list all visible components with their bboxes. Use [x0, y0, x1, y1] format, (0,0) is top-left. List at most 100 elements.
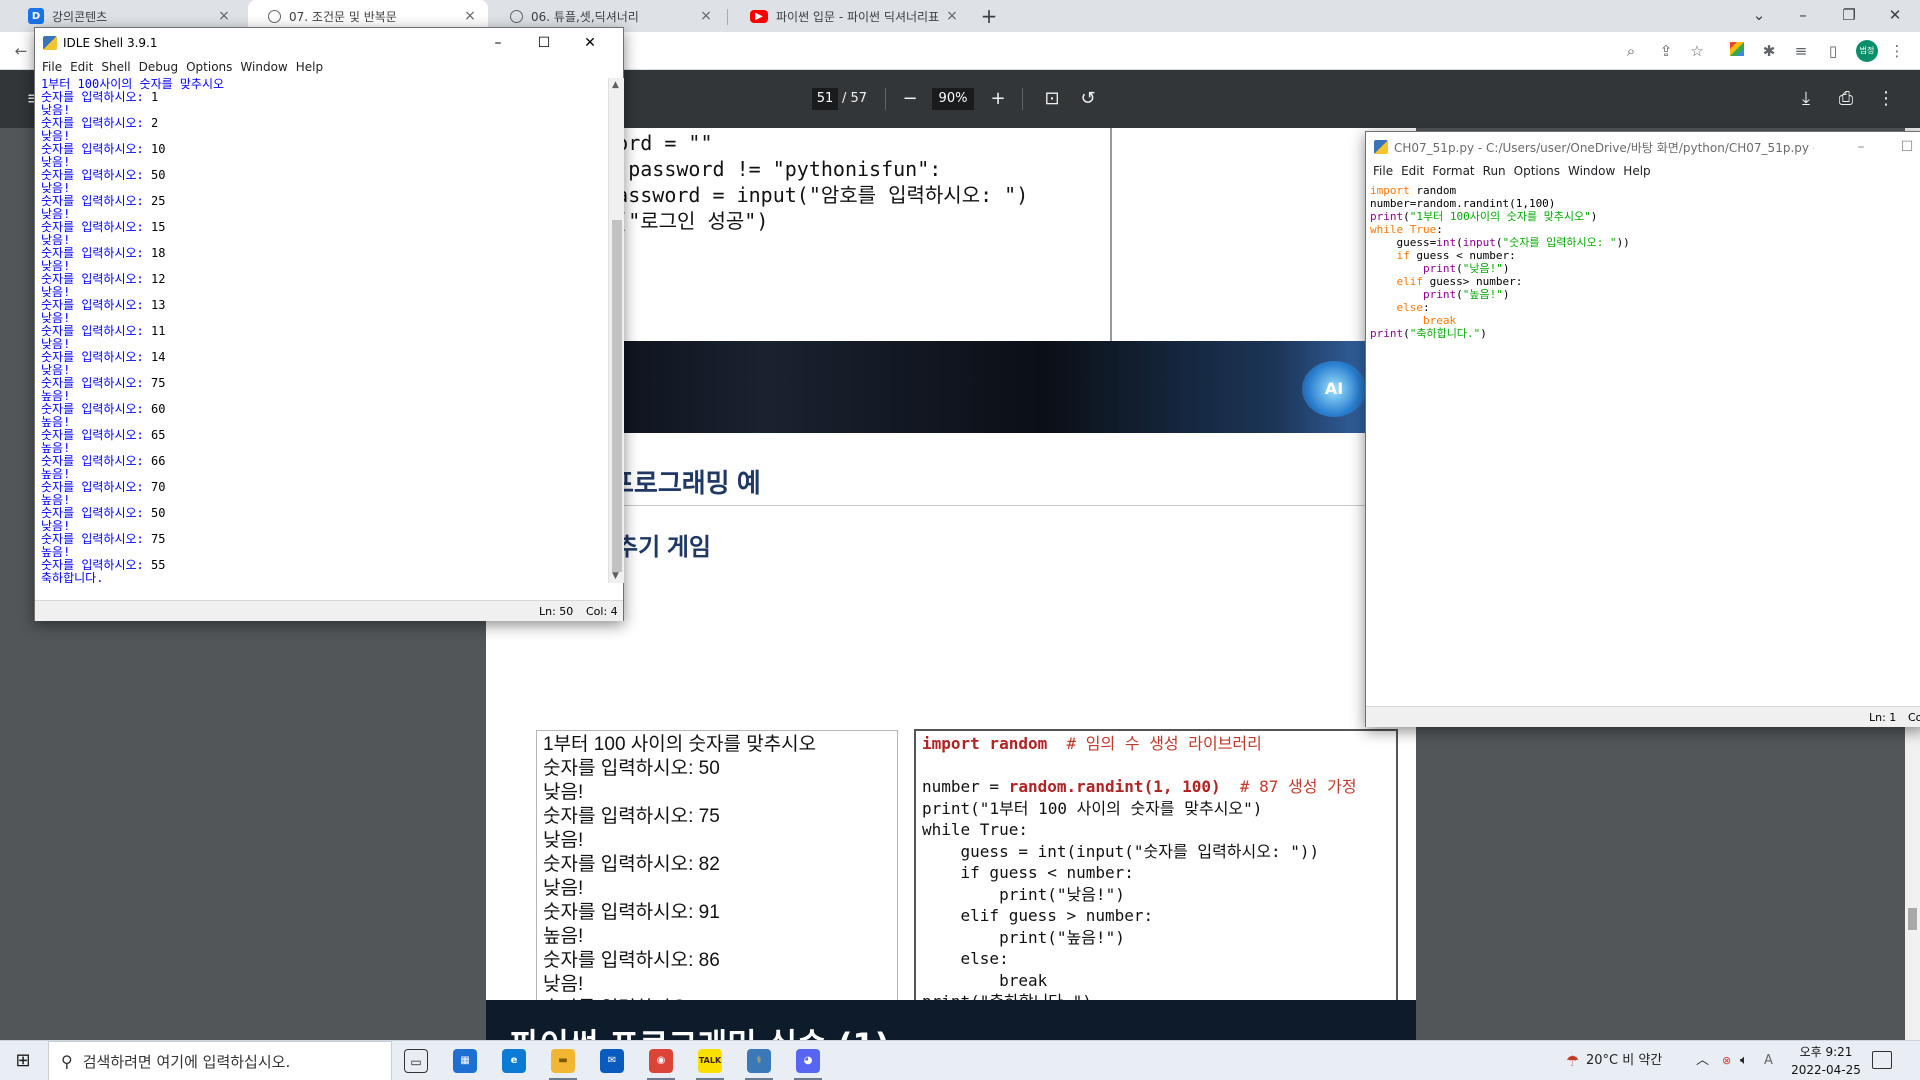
side-panel-icon[interactable]: ▯ — [1822, 40, 1844, 62]
menu-window[interactable]: Window — [1566, 162, 1621, 182]
taskbar-app-python-idle[interactable]: ⚕ — [739, 1045, 779, 1080]
pdf-page-number-input[interactable]: 51 — [812, 88, 838, 110]
pdf-more-icon[interactable]: ⋮ — [1874, 87, 1898, 111]
minimize-icon[interactable]: – — [1780, 0, 1826, 32]
maximize-icon[interactable]: ☐ — [1884, 132, 1920, 162]
menu-options[interactable]: Options — [184, 58, 238, 78]
profile-avatar[interactable]: 범정 — [1856, 40, 1878, 62]
code-token: print("낮음!") — [922, 884, 1125, 904]
window-titlebar[interactable]: CH07_51p.py - C:/Users/user/OneDrive/바탕 … — [1366, 132, 1920, 162]
prompt-text: 숫자를 입력하시오: — [41, 272, 151, 286]
back-arrow-icon[interactable]: ← — [10, 40, 32, 62]
show-hidden-icons-icon[interactable]: ︿ — [1696, 1041, 1709, 1080]
shell-prompt-line: 숫자를 입력하시오: 25 — [41, 195, 605, 208]
shell-scrollbar[interactable]: ▲ ▼ — [608, 78, 624, 583]
shell-menubar: File Edit Shell Debug Options Window Help — [35, 58, 623, 78]
taskbar-app-task-view[interactable]: ▭ — [396, 1045, 436, 1077]
close-tab-icon[interactable]: × — [462, 8, 478, 24]
scrollbar-thumb[interactable] — [612, 220, 622, 572]
shell-output[interactable]: 1부터 100사이의 숫자를 맞추시오 숫자를 입력하시오: 1 낮음! 숫자를 입력… — [41, 78, 605, 583]
menu-window[interactable]: Window — [238, 58, 293, 78]
taskbar-app-file-explorer[interactable]: ▬ — [543, 1045, 583, 1080]
code-token: if — [1396, 249, 1410, 262]
scrollbar-thumb[interactable] — [1908, 908, 1917, 930]
notification-icon[interactable] — [1872, 1051, 1892, 1069]
code-token: else — [1396, 301, 1424, 314]
tab-title: 강의콘텐츠 — [52, 9, 108, 24]
menu-run[interactable]: Run — [1481, 162, 1512, 182]
minimize-icon[interactable]: – — [1838, 132, 1884, 162]
maximize-icon[interactable]: ☐ — [521, 28, 567, 58]
prompt-text: 숫자를 입력하시오: — [41, 168, 151, 182]
menu-options[interactable]: Options — [1512, 162, 1566, 182]
reading-list-icon[interactable]: ≡ — [1790, 40, 1812, 62]
fit-page-icon[interactable]: ⊡ — [1040, 87, 1064, 111]
code-token: ( — [1456, 262, 1463, 275]
python-file-icon — [1374, 140, 1388, 154]
code-token: break — [922, 970, 1048, 990]
menu-edit[interactable]: Edit — [1399, 162, 1430, 182]
weather-text[interactable]: 20°C 비 약간 — [1586, 1041, 1662, 1080]
shell-prompt-line: 숫자를 입력하시오: 12 — [41, 273, 605, 286]
weather-icon[interactable]: ☂ — [1566, 1041, 1579, 1080]
network-error-icon[interactable]: ⊗ — [1722, 1041, 1731, 1080]
shell-prompt-line: 숫자를 입력하시오: 75 — [41, 533, 605, 546]
bookmark-star-icon[interactable]: ☆ — [1686, 40, 1708, 62]
code-line: print("1부터 100사이의 숫자를 맞추시오") — [1370, 210, 1920, 223]
taskbar-app-kakaotalk[interactable]: TALK — [690, 1045, 730, 1080]
taskbar-app-discord[interactable]: ◕ — [788, 1045, 828, 1080]
menu-help[interactable]: Help — [1621, 162, 1656, 182]
windows-start-button[interactable]: ⊞ — [0, 1041, 46, 1080]
shell-prompt-line: 숫자를 입력하시오: 50 — [41, 507, 605, 520]
menu-help[interactable]: Help — [294, 58, 329, 78]
ime-icon[interactable]: A — [1764, 1041, 1773, 1080]
close-icon[interactable]: ✕ — [1872, 0, 1918, 32]
close-tab-icon[interactable]: × — [944, 8, 960, 24]
taskbar-app-chrome[interactable]: ◉ — [641, 1045, 681, 1080]
new-tab-button[interactable]: + — [976, 4, 1002, 28]
download-icon[interactable]: ⤓ — [1794, 87, 1818, 111]
prompt-text: 숫자를 입력하시오: — [41, 532, 151, 546]
code-token: print — [1422, 262, 1457, 275]
print-icon[interactable]: ⎙ — [1834, 87, 1858, 111]
browser-tab-3[interactable]: ▶ 파이썬 입문 - 파이썬 딕셔너리표 × — [730, 0, 970, 32]
taskbar-app-edge[interactable]: e — [494, 1045, 534, 1077]
code-token: guess= — [1370, 236, 1437, 249]
code-line: import random — [1370, 184, 1920, 197]
close-tab-icon[interactable]: × — [698, 8, 714, 24]
close-icon[interactable]: ✕ — [567, 28, 613, 58]
extension-color-icon[interactable] — [1726, 40, 1748, 62]
scroll-up-icon[interactable]: ▲ — [612, 80, 619, 90]
taskbar-app-mail[interactable]: ✉ — [592, 1045, 632, 1077]
minimize-icon[interactable]: – — [475, 28, 521, 58]
volume-icon[interactable]: 🔈︎ — [1740, 1041, 1748, 1080]
menu-format[interactable]: Format — [1430, 162, 1480, 182]
tab-search-icon[interactable]: ⌄ — [1736, 0, 1782, 32]
more-menu-icon[interactable]: ⋮ — [1886, 40, 1908, 62]
code-line: guess=int(input("숫자를 입력하시오: ")) — [1370, 236, 1920, 249]
menu-file[interactable]: File — [1371, 162, 1399, 182]
rotate-icon[interactable]: ↺ — [1076, 87, 1100, 111]
code-token: print("높음!") — [922, 927, 1125, 947]
zoom-in-icon[interactable]: + — [986, 87, 1010, 111]
menu-debug[interactable]: Debug — [137, 58, 184, 78]
code-line: password = input("암호를 입력하시오: ") — [568, 183, 1029, 207]
pdf-zoom-input[interactable]: 90% — [932, 88, 974, 110]
zoom-out-icon[interactable]: − — [898, 87, 922, 111]
share-icon[interactable]: ⇪ — [1655, 40, 1677, 62]
close-tab-icon[interactable]: × — [216, 8, 232, 24]
scroll-down-icon[interactable]: ▼ — [612, 571, 619, 581]
menu-shell[interactable]: Shell — [99, 58, 136, 78]
menu-file[interactable]: File — [40, 58, 68, 78]
previous-code-box: assword = "" hile password != "pythonisf… — [566, 128, 1112, 370]
extensions-puzzle-icon[interactable]: ✱ — [1758, 40, 1780, 62]
zoom-icon[interactable]: ⌕ — [1620, 40, 1642, 62]
code-token: while — [1370, 223, 1404, 236]
editor-code[interactable]: import random number=random.randint(1,100… — [1370, 184, 1920, 704]
restore-icon[interactable]: ❐ — [1826, 0, 1872, 32]
taskbar-app-microsoft-store[interactable]: ▦ — [445, 1045, 485, 1077]
taskbar-search-box[interactable]: ⚲ 검색하려면 여기에 입력하십시오. — [48, 1041, 392, 1080]
menu-edit[interactable]: Edit — [68, 58, 99, 78]
taskbar-clock[interactable]: 오후 9:21 2022-04-25 — [1790, 1043, 1862, 1079]
